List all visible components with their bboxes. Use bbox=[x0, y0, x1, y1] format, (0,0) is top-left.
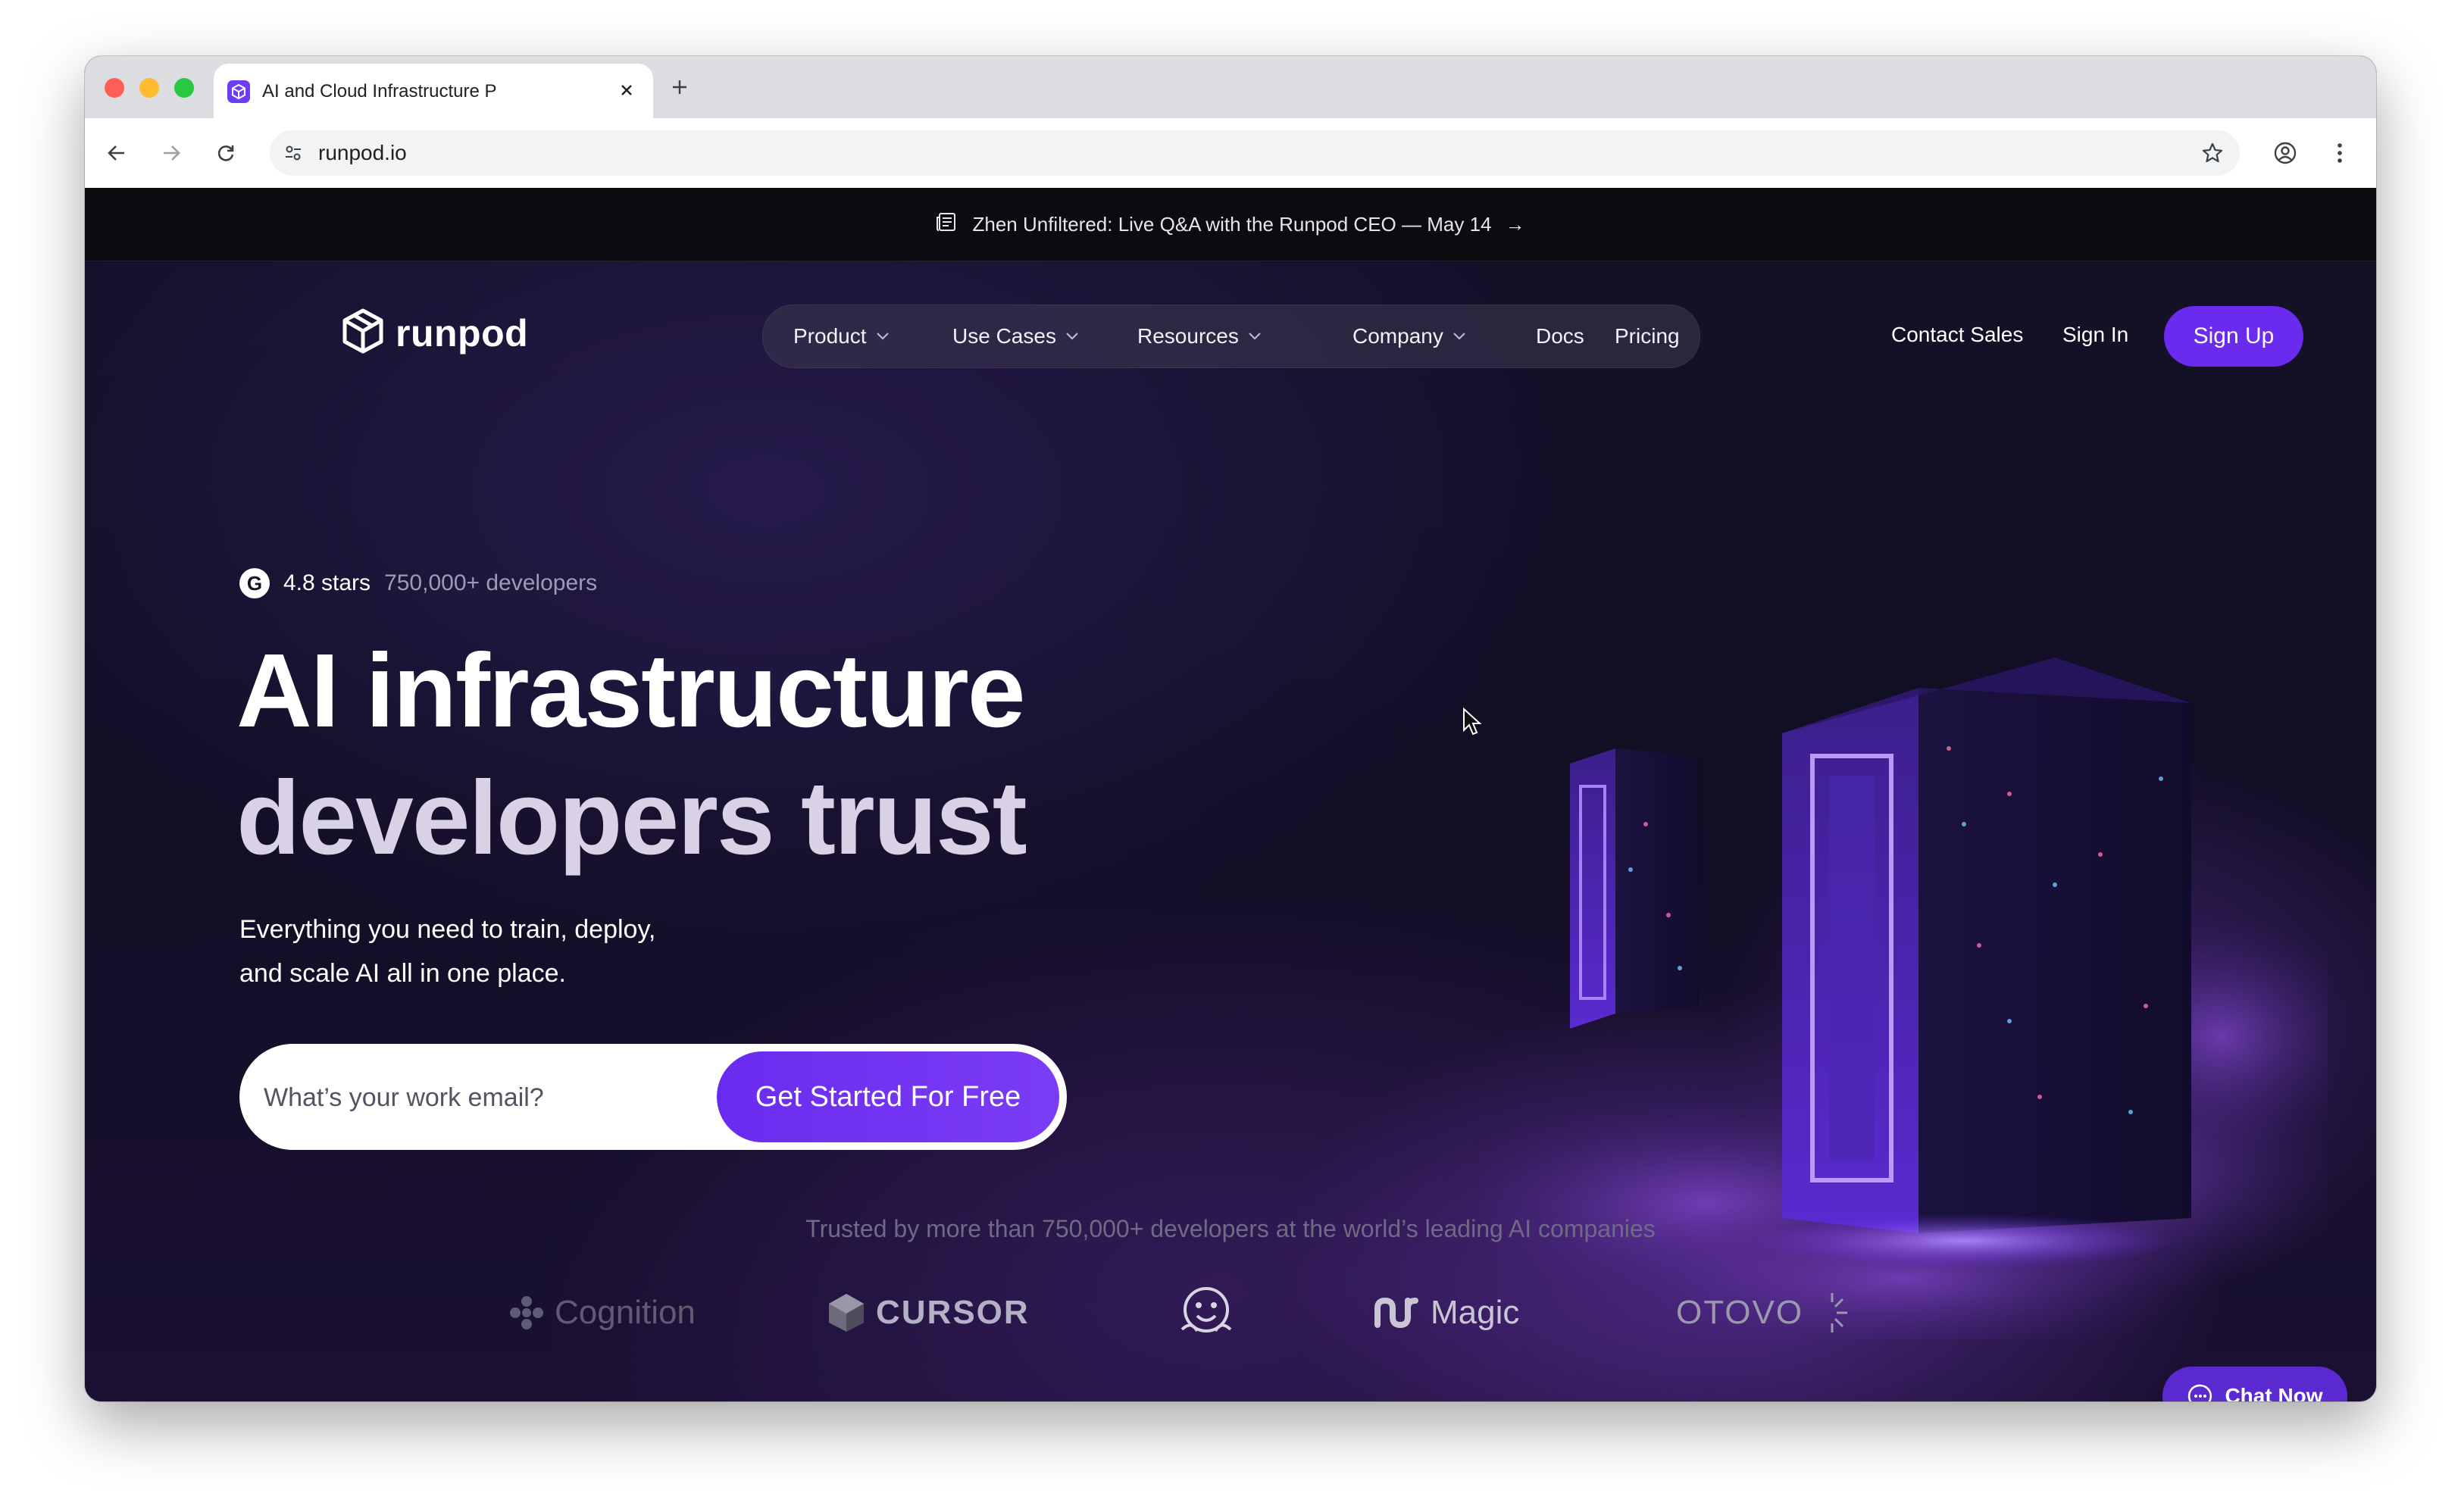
newspaper-icon bbox=[936, 211, 958, 239]
url-text: runpod.io bbox=[318, 141, 407, 164]
otovo-logo-icon bbox=[1831, 1293, 1848, 1332]
developer-count: 750,000+ developers bbox=[384, 570, 598, 595]
customer-logos: Cognition CURSOR Magic OTOVO bbox=[85, 1271, 2376, 1354]
nav-item-use-cases[interactable]: Use Cases bbox=[952, 305, 1079, 367]
hugging-face-icon bbox=[1180, 1287, 1232, 1332]
new-tab-icon[interactable] bbox=[662, 70, 697, 105]
rating-row: G 4.8 stars 750,000+ developers bbox=[239, 568, 597, 598]
tab-runpod[interactable]: AI and Cloud Infrastructure P bbox=[214, 64, 653, 118]
nav-item-pricing[interactable]: Pricing bbox=[1615, 305, 1680, 367]
brand-hugging-face bbox=[1176, 1271, 1247, 1354]
announcement-banner[interactable]: Zhen Unfiltered: Live Q&A with the Runpo… bbox=[85, 188, 2376, 261]
headline-line-2: developers trust bbox=[236, 760, 1027, 876]
sign-up-button[interactable]: Sign Up bbox=[2164, 306, 2303, 367]
chevron-down-icon bbox=[876, 333, 889, 340]
chat-bubble-icon bbox=[2188, 1384, 2212, 1401]
chat-label: Chat Now bbox=[2225, 1384, 2323, 1401]
hero-subtitle: Everything you need to train, deploy, an… bbox=[239, 908, 770, 995]
tab-close-icon[interactable] bbox=[614, 77, 639, 103]
site-settings-icon[interactable] bbox=[280, 140, 306, 166]
headline-line-1: AI infrastructure bbox=[236, 633, 1026, 749]
contact-sales-link[interactable]: Contact Sales bbox=[1891, 323, 2023, 347]
nav-label: Product bbox=[793, 324, 867, 348]
nav-label: Resources bbox=[1137, 324, 1239, 348]
magic-logo-icon bbox=[1374, 1297, 1418, 1329]
brand-magic: Magic bbox=[1373, 1271, 1519, 1354]
back-icon[interactable] bbox=[99, 135, 135, 171]
nav-label: Docs bbox=[1536, 324, 1584, 348]
brand-name: Cognition bbox=[555, 1294, 696, 1331]
chevron-down-icon bbox=[1249, 333, 1261, 340]
browser-window: AI and Cloud Infrastructure P runpod.io bbox=[85, 56, 2376, 1401]
nav-item-docs[interactable]: Docs bbox=[1536, 305, 1584, 367]
nav-label: Use Cases bbox=[952, 324, 1056, 348]
chevron-down-icon bbox=[1066, 333, 1078, 340]
cursor-logo-icon bbox=[829, 1294, 864, 1332]
runpod-logo[interactable]: runpod bbox=[341, 308, 528, 358]
maximize-window-button[interactable] bbox=[174, 78, 194, 98]
tab-title: AI and Cloud Infrastructure P bbox=[262, 81, 497, 102]
arrow-right-icon: → bbox=[1505, 212, 1525, 236]
brand-name: CURSOR bbox=[876, 1294, 1030, 1331]
brand-name: OTOVO bbox=[1676, 1294, 1804, 1331]
brand-otovo: OTOVO bbox=[1676, 1271, 1850, 1354]
main-nav: Product Use Cases Resources Company Docs… bbox=[762, 305, 1700, 368]
hero-headline: AI infrastructure developers trust bbox=[236, 627, 1027, 882]
subtitle-line-1: Everything you need to train, deploy, bbox=[239, 915, 656, 944]
tab-strip: AI and Cloud Infrastructure P bbox=[85, 56, 2376, 118]
minimize-window-button[interactable] bbox=[139, 78, 159, 98]
chevron-down-icon bbox=[1453, 333, 1465, 340]
runpod-favicon-icon bbox=[227, 80, 250, 103]
cognition-logo-icon bbox=[510, 1296, 543, 1329]
sign-in-link[interactable]: Sign In bbox=[2062, 323, 2128, 347]
mouse-pointer-icon bbox=[1463, 708, 1482, 736]
brand-cognition: Cognition bbox=[509, 1271, 696, 1354]
profile-icon[interactable] bbox=[2267, 135, 2303, 171]
nav-item-company[interactable]: Company bbox=[1352, 305, 1466, 367]
trusted-by-text: Trusted by more than 750,000+ developers… bbox=[805, 1215, 1656, 1242]
browser-toolbar: runpod.io bbox=[85, 118, 2376, 189]
menu-kebab-icon[interactable] bbox=[2322, 135, 2358, 171]
nav-item-product[interactable]: Product bbox=[793, 305, 890, 367]
address-bar[interactable]: runpod.io bbox=[270, 130, 2240, 176]
work-email-input[interactable] bbox=[262, 1044, 705, 1151]
rating-text: 4.8 stars bbox=[283, 570, 371, 595]
runpod-cube-icon bbox=[341, 308, 385, 358]
nav-label: Pricing bbox=[1615, 324, 1680, 348]
banner-text: Zhen Unfiltered: Live Q&A with the Runpo… bbox=[972, 212, 1492, 236]
page-content: Zhen Unfiltered: Live Q&A with the Runpo… bbox=[85, 188, 2376, 1401]
close-window-button[interactable] bbox=[105, 78, 124, 98]
brand-name: Magic bbox=[1431, 1294, 1520, 1331]
nav-item-resources[interactable]: Resources bbox=[1137, 305, 1262, 367]
chat-now-button[interactable]: Chat Now bbox=[2162, 1367, 2347, 1401]
get-started-button[interactable]: Get Started For Free bbox=[717, 1051, 1059, 1142]
brand-cursor: CURSOR bbox=[827, 1271, 1030, 1354]
subtitle-line-2: and scale AI all in one place. bbox=[239, 959, 566, 988]
bookmark-star-icon[interactable] bbox=[2199, 139, 2226, 167]
g2-badge-icon: G bbox=[239, 568, 270, 598]
nav-label: Company bbox=[1352, 324, 1443, 348]
reload-icon[interactable] bbox=[208, 135, 244, 171]
forward-icon[interactable] bbox=[153, 135, 189, 171]
logo-wordmark: runpod bbox=[396, 311, 529, 355]
signup-form: Get Started For Free bbox=[239, 1044, 1067, 1151]
